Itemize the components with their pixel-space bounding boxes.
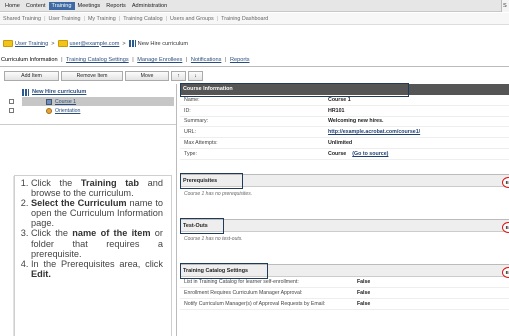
instruction-step: Select the Curriculum name to open the C… [31, 198, 163, 228]
tree-item-orientation[interactable]: Orientation [9, 106, 174, 115]
tab-separator: | [61, 57, 63, 63]
folder-icon [57, 40, 68, 47]
testouts-note: Course 1 has no test-outs. [184, 235, 243, 242]
nav-content[interactable]: Content [23, 3, 49, 9]
top-nav: Home Content Training Meetings Reports A… [0, 0, 509, 12]
curriculum-icon [128, 40, 136, 47]
subnav-separator: | [83, 15, 85, 22]
testouts-header: Test-Outs Ed [180, 217, 509, 234]
subnav-shared-training[interactable]: Shared Training [3, 16, 41, 22]
search-input[interactable]: S [501, 0, 509, 12]
breadcrumb-current: New Hire curriculum [137, 40, 189, 47]
tab-separator: | [132, 57, 134, 63]
tree-root[interactable]: New Hire curriculum [22, 87, 174, 97]
prerequisites-edit-button[interactable]: Ed [502, 176, 509, 188]
catalog-settings-header: Training Catalog Settings Ed [180, 262, 509, 279]
course-url-link[interactable]: http://example.acrobat.com/course1/ [328, 129, 420, 135]
move-down-button[interactable]: ↓ [188, 71, 203, 81]
nav-meetings[interactable]: Meetings [75, 3, 104, 9]
subnav-my-training[interactable]: My Training [88, 16, 116, 22]
remove-item-button[interactable]: Remove Item [61, 71, 123, 81]
tab-notifications[interactable]: Notifications [191, 57, 221, 63]
info-row: Summary: Welcoming new hires. [180, 117, 509, 128]
subnav-user-training[interactable]: User Training [48, 16, 80, 22]
nav-training[interactable]: Training [48, 1, 75, 10]
go-to-source-link[interactable]: (Go to source) [352, 151, 388, 157]
course-info-header: Course Information [180, 83, 509, 97]
curriculum-tree: New Hire curriculum Course 1 Orientation [9, 87, 174, 115]
subnav-separator: | [118, 15, 121, 22]
info-row: Max Attempts: Unlimited [180, 138, 509, 149]
catalog-row: List in Training Catalog for learner sel… [180, 277, 509, 288]
instruction-step: Click the Training tab and browse to the… [31, 178, 163, 198]
move-button[interactable]: Move [125, 71, 169, 81]
info-row: ID: HR101 [180, 106, 509, 117]
tab-separator: | [185, 57, 188, 63]
tree-item-checkbox[interactable] [9, 99, 14, 104]
breadcrumb-separator: > [122, 40, 126, 47]
catalog-settings-edit-button[interactable]: Ed [502, 266, 509, 278]
prerequisites-note: Course 1 has no prerequisites. [184, 190, 253, 197]
breadcrumb-separator: > [51, 40, 55, 47]
testouts-edit-button[interactable]: Ed [502, 221, 509, 233]
info-row: URL: http://example.acrobat.com/course1/ [180, 127, 509, 139]
breadcrumb-user-email[interactable]: user@example.com [70, 41, 120, 47]
orientation-icon [46, 107, 52, 114]
instruction-steps: Click the Training tab and browse to the… [19, 178, 163, 279]
panel-divider [176, 84, 177, 336]
subnav-separator: | [216, 15, 219, 22]
breadcrumb-user-training[interactable]: User Training [15, 41, 48, 47]
tab-training-catalog-settings[interactable]: Training Catalog Settings [66, 57, 129, 63]
tab-curriculum-information[interactable]: Curriculum Information [1, 57, 58, 63]
tabs-divider [0, 66, 509, 67]
tree-toolbar: Add Item Remove Item Move ↑ ↓ [4, 71, 203, 81]
info-row: Name: Course 1 [180, 95, 509, 106]
tree-item-course-1[interactable]: Course 1 [9, 97, 174, 106]
tree-item-label[interactable]: Course 1 [55, 99, 76, 105]
nav-reports[interactable]: Reports [103, 3, 129, 9]
nav-administration[interactable]: Administration [129, 3, 170, 9]
subnav-training-catalog[interactable]: Training Catalog [123, 16, 162, 22]
subnav-users-groups[interactable]: Users and Groups [170, 16, 214, 22]
info-row: Type: Course (Go to source) [180, 149, 509, 160]
breadcrumb: User Training > user@example.com > New H… [3, 40, 188, 47]
instruction-step: Click the name of the item or folder tha… [31, 228, 163, 258]
folder-icon [3, 40, 13, 47]
tree-item-checkbox[interactable] [9, 108, 14, 113]
curriculum-tabs: Curriculum Information | Training Catalo… [1, 57, 250, 63]
course-icon [46, 98, 52, 105]
add-item-button[interactable]: Add Item [4, 71, 59, 81]
sub-nav: Shared Training | User Training | My Tra… [0, 13, 509, 25]
curriculum-icon [22, 88, 29, 96]
tab-manage-enrollees[interactable]: Manage Enrollees [137, 57, 182, 63]
prerequisites-header: Prerequisites Ed [180, 172, 509, 189]
details-panel: Course Information Name: Course 1 ID: HR10… [180, 83, 509, 310]
instructions-callout: Click the Training tab and browse to the… [14, 175, 172, 336]
subnav-training-dashboard[interactable]: Training Dashboard [221, 16, 268, 22]
tree-divider [0, 124, 176, 125]
tree-item-label[interactable]: Orientation [55, 108, 80, 114]
catalog-row: Notify Curriculum Manager(s) of Approval… [180, 299, 509, 310]
tree-root-label: New Hire curriculum [32, 89, 87, 95]
subnav-separator: | [165, 15, 167, 22]
instruction-step: In the Prerequisites area, click Edit. [31, 259, 163, 279]
nav-home[interactable]: Home [2, 3, 23, 9]
tab-separator: | [224, 57, 227, 63]
subnav-separator: | [44, 15, 46, 22]
catalog-row: Enrollment Requires Curriculum Manager A… [180, 288, 509, 299]
tab-reports[interactable]: Reports [230, 57, 250, 63]
move-up-button[interactable]: ↑ [171, 71, 186, 81]
